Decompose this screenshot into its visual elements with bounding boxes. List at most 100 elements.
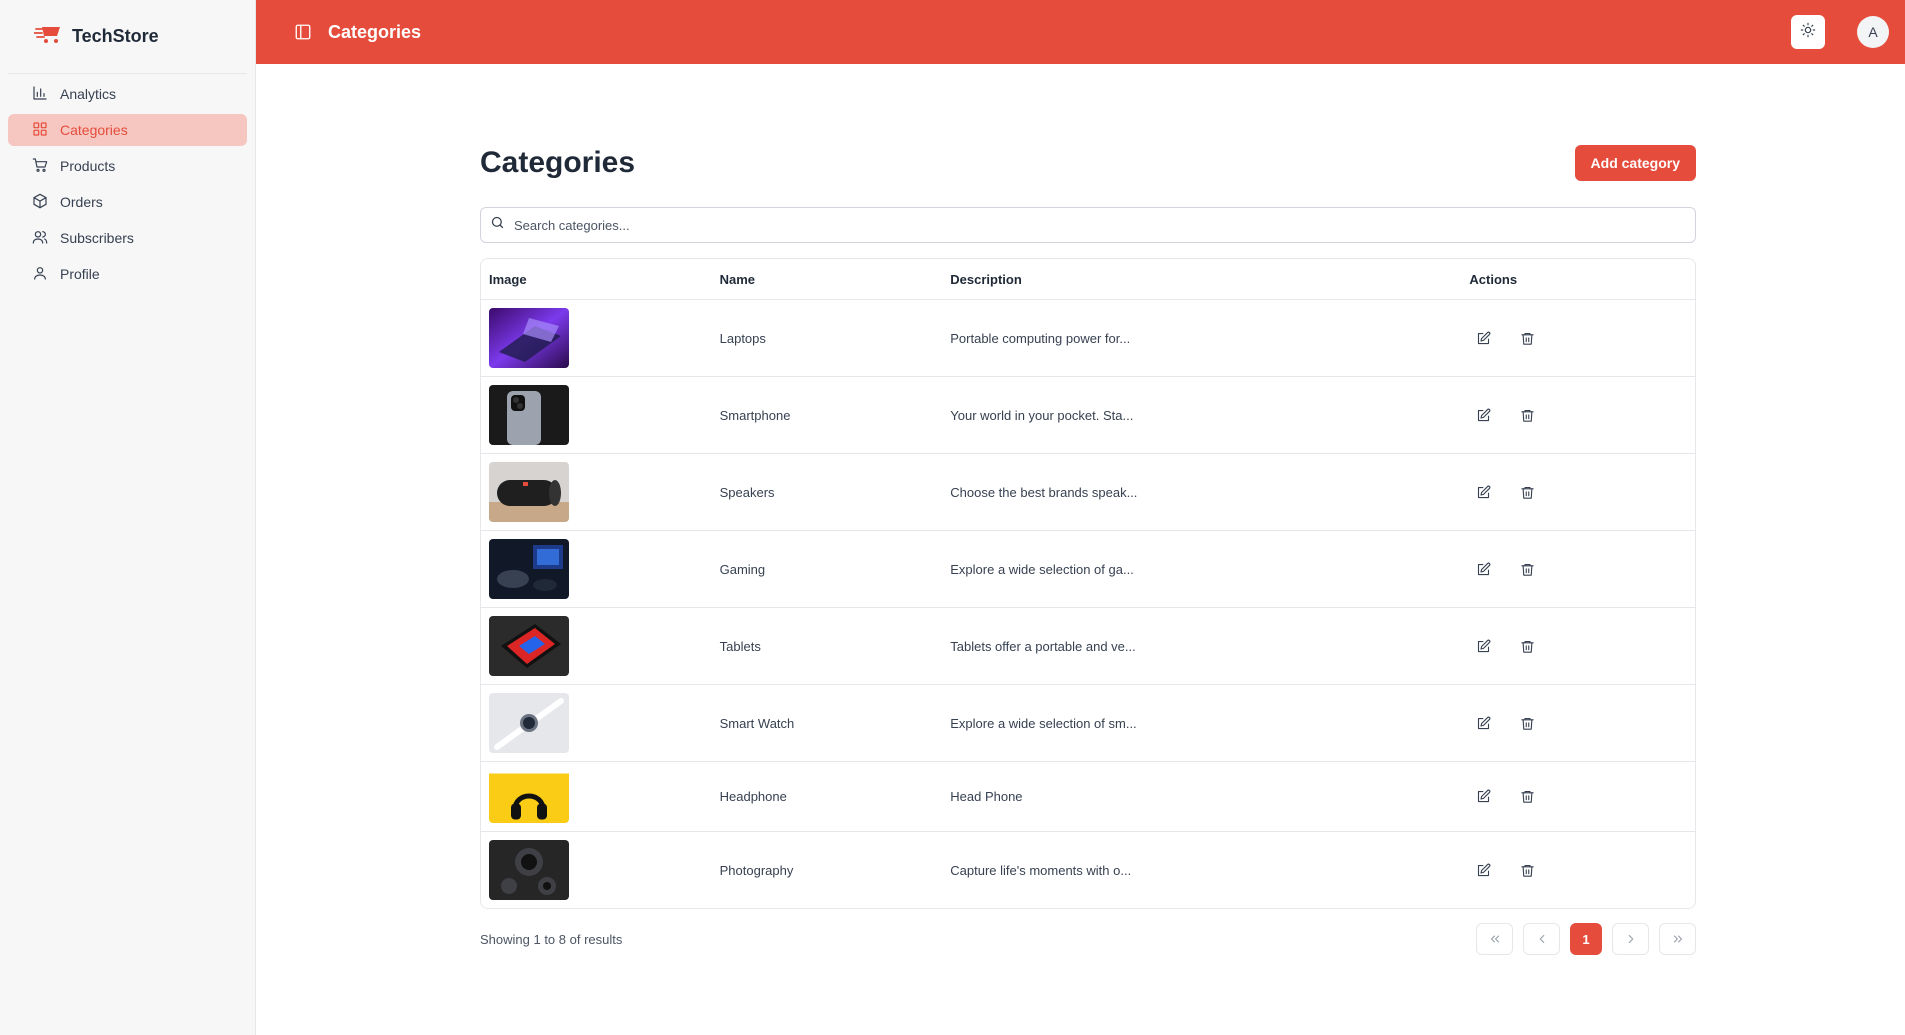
trash-icon[interactable] [1515, 480, 1539, 504]
table-row: Speakers Choose the best brands speak... [481, 454, 1695, 531]
sidebar-nav: Analytics Categories Products Orders Sub… [0, 78, 255, 290]
category-image-tablets [489, 616, 569, 676]
column-header-actions: Actions [1469, 271, 1518, 287]
search-input[interactable] [514, 217, 1614, 233]
logo-cart-icon [33, 23, 72, 50]
table-row: Headphone Head Phone [481, 762, 1695, 832]
table-row: Photography Capture life's moments with … [481, 832, 1695, 908]
search-bar[interactable] [480, 207, 1696, 243]
edit-icon[interactable] [1471, 557, 1495, 581]
category-description: Portable computing power for... [950, 330, 1131, 346]
user-icon [32, 265, 60, 284]
trash-icon[interactable] [1515, 557, 1539, 581]
edit-icon[interactable] [1471, 711, 1495, 735]
category-name: Photography [719, 862, 794, 878]
column-header-name: Name [719, 271, 756, 287]
category-name: Tablets [719, 638, 761, 654]
users-icon [32, 229, 60, 248]
chevron-right-icon [1628, 934, 1633, 944]
grid-icon [32, 121, 60, 140]
sidebar-item-label: Orders [60, 194, 103, 210]
category-image-smart-watch [489, 693, 569, 753]
sidebar-toggle-icon[interactable] [294, 23, 312, 41]
column-header-image: Image [489, 271, 527, 287]
category-image-photography [489, 840, 569, 900]
category-description: Your world in your pocket. Sta... [950, 407, 1134, 423]
table-row: Smart Watch Explore a wide selection of … [481, 685, 1695, 762]
next-page-button[interactable] [1612, 923, 1649, 955]
sidebar-item-label: Subscribers [60, 230, 134, 246]
category-description: Head Phone [950, 789, 1023, 804]
edit-icon[interactable] [1471, 480, 1495, 504]
package-icon [32, 193, 60, 212]
edit-icon[interactable] [1471, 403, 1495, 427]
category-description: Capture life's moments with o... [950, 862, 1132, 878]
add-category-button[interactable]: Add category [1574, 145, 1696, 181]
sidebar-item-profile[interactable]: Profile [8, 258, 247, 290]
sidebar-item-label: Products [60, 158, 116, 174]
search-icon [490, 215, 514, 235]
category-description: Explore a wide selection of sm... [950, 715, 1137, 731]
prev-page-button[interactable] [1523, 923, 1560, 955]
category-name: Gaming [719, 561, 766, 577]
edit-icon[interactable] [1471, 785, 1495, 809]
pagination: 1 [1476, 923, 1696, 955]
sun-icon [1800, 22, 1816, 43]
category-description: Choose the best brands speak... [950, 484, 1138, 500]
sidebar-item-categories[interactable]: Categories [8, 114, 247, 146]
avatar[interactable]: A [1857, 16, 1889, 48]
trash-icon[interactable] [1515, 634, 1539, 658]
trash-icon[interactable] [1515, 711, 1539, 735]
category-description: Tablets offer a portable and ve... [950, 638, 1136, 654]
main-area: Categories A Categories Add category Ima… [256, 0, 1905, 1035]
table-footer: Showing 1 to 8 of results 1 [480, 923, 1696, 955]
page-content: Categories Add category Image Name Descr… [480, 140, 1696, 955]
sidebar-item-products[interactable]: Products [8, 150, 247, 182]
last-page-button[interactable] [1659, 923, 1696, 955]
topbar-title: Categories [328, 21, 422, 42]
category-description: Explore a wide selection of ga... [950, 561, 1134, 577]
trash-icon[interactable] [1515, 403, 1539, 427]
chevron-left-icon [1539, 934, 1544, 944]
sidebar-item-label: Profile [60, 266, 100, 282]
brand-name: TechStore [72, 26, 159, 46]
cart-icon [32, 157, 60, 176]
trash-icon[interactable] [1515, 785, 1539, 809]
chevrons-right-icon [1673, 935, 1682, 943]
category-name: Speakers [719, 484, 775, 500]
bar-chart-icon [32, 85, 60, 104]
results-summary: Showing 1 to 8 of results [480, 931, 623, 947]
table-header: Image Name Description Actions [481, 259, 1695, 300]
table-row: Laptops Portable computing power for... [481, 300, 1695, 377]
category-image-laptops [489, 308, 569, 368]
category-image-gaming [489, 539, 569, 599]
sidebar-item-subscribers[interactable]: Subscribers [8, 222, 247, 254]
trash-icon[interactable] [1515, 858, 1539, 882]
trash-icon[interactable] [1515, 326, 1539, 350]
category-image-smartphone [489, 385, 569, 445]
page-header: Categories Add category [480, 140, 1696, 186]
sidebar-item-orders[interactable]: Orders [8, 186, 247, 218]
topbar: Categories A [256, 0, 1905, 64]
category-image-headphone [489, 770, 569, 823]
theme-toggle-button[interactable] [1791, 15, 1825, 49]
edit-icon[interactable] [1471, 858, 1495, 882]
sidebar-item-analytics[interactable]: Analytics [8, 78, 247, 110]
page-title: Categories [480, 146, 636, 179]
table-row: Tablets Tablets offer a portable and ve.… [481, 608, 1695, 685]
category-name: Headphone [719, 789, 787, 804]
category-name: Smartphone [719, 407, 791, 423]
edit-icon[interactable] [1471, 326, 1495, 350]
table-row: Gaming Explore a wide selection of ga... [481, 531, 1695, 608]
brand[interactable]: TechStore [8, 0, 247, 74]
category-name: Smart Watch [719, 715, 795, 731]
categories-table: Image Name Description Actions Laptops P… [480, 258, 1696, 909]
first-page-button[interactable] [1476, 923, 1513, 955]
sidebar: TechStore Analytics Categories Products … [0, 0, 256, 1035]
chevrons-left-icon [1490, 935, 1499, 943]
edit-icon[interactable] [1471, 634, 1495, 658]
category-image-speakers [489, 462, 569, 522]
page-button-current[interactable]: 1 [1570, 923, 1602, 955]
column-header-description: Description [950, 271, 1022, 287]
sidebar-item-label: Analytics [60, 86, 117, 102]
